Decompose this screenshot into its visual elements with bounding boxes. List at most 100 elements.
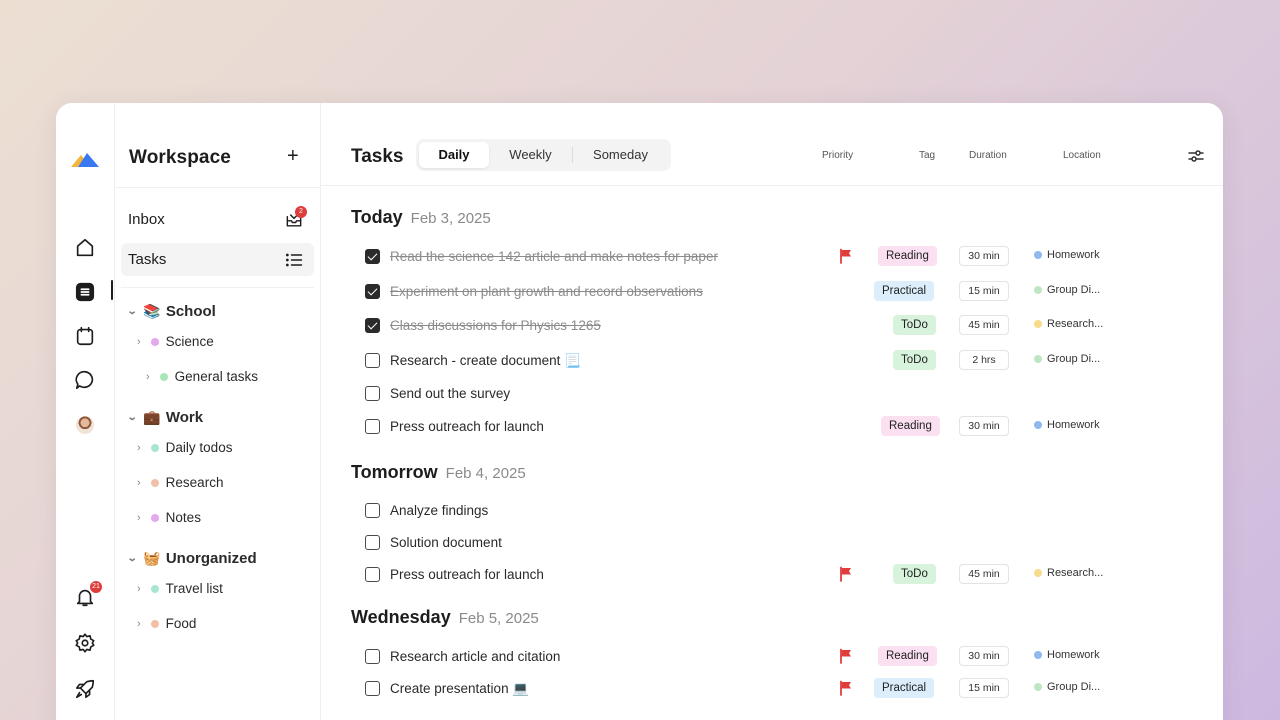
workspace-title: Workspace xyxy=(129,147,231,168)
task-checkbox[interactable] xyxy=(365,386,380,401)
task-duration[interactable]: 15 min xyxy=(959,281,1009,301)
sidebar-item-notes[interactable]: › Notes xyxy=(137,510,201,525)
chat-icon[interactable] xyxy=(73,368,97,392)
task-row[interactable]: Experiment on plant growth and record ob… xyxy=(321,275,1223,307)
tasks-icon[interactable] xyxy=(73,280,97,304)
task-checkbox[interactable] xyxy=(365,353,380,368)
task-header: Tasks Daily Weekly Someday Priority Tag … xyxy=(321,103,1223,186)
tab-someday[interactable]: Someday xyxy=(573,142,668,168)
color-dot xyxy=(150,584,159,593)
task-row[interactable]: Press outreach for launch Reading 30 min Ho… xyxy=(321,410,1223,442)
task-tag[interactable]: Practical xyxy=(874,678,935,698)
task-title[interactable]: Solution document xyxy=(390,535,502,550)
task-checkbox[interactable] xyxy=(365,318,380,333)
task-row[interactable]: Class discussions for Physics 1265 ToDo 45… xyxy=(321,309,1223,341)
task-tag[interactable]: Reading xyxy=(878,646,937,666)
task-tag[interactable]: ToDo xyxy=(893,350,936,370)
task-location[interactable]: Research... xyxy=(1034,318,1103,330)
sidebar-item-research[interactable]: › Research xyxy=(137,475,223,490)
task-tag[interactable]: Reading xyxy=(878,246,937,266)
task-tag[interactable]: Reading xyxy=(881,416,940,436)
task-checkbox[interactable] xyxy=(365,535,380,550)
task-row[interactable]: Press outreach for launch ToDo 45 min Resea… xyxy=(321,558,1223,590)
task-row[interactable]: Analyze findings xyxy=(321,494,1223,526)
section-day: Wednesday xyxy=(351,607,451,627)
task-title[interactable]: Send out the survey xyxy=(390,386,510,401)
task-tag[interactable]: ToDo xyxy=(893,564,936,584)
task-row[interactable]: Research - create document 📃 ToDo 2 hrs Gro… xyxy=(321,344,1223,376)
task-checkbox[interactable] xyxy=(365,567,380,582)
tab-daily[interactable]: Daily xyxy=(419,142,489,168)
filter-icon[interactable] xyxy=(1187,147,1205,165)
home-icon[interactable] xyxy=(73,236,97,260)
add-workspace-button[interactable]: + xyxy=(287,145,299,168)
task-location[interactable]: Research... xyxy=(1034,567,1103,579)
task-location[interactable]: Homework xyxy=(1034,649,1100,661)
group-school[interactable]: ⌄ 📚 School xyxy=(126,303,216,320)
tab-weekly[interactable]: Weekly xyxy=(489,142,572,168)
task-title[interactable]: Read the science 142 article and make no… xyxy=(390,249,718,264)
task-location[interactable]: Group Di... xyxy=(1034,681,1100,693)
sidebar-item-food[interactable]: › Food xyxy=(137,616,196,631)
location-dot xyxy=(1034,355,1042,363)
flag-icon[interactable] xyxy=(838,248,854,264)
flag-icon[interactable] xyxy=(838,648,854,664)
column-header-duration[interactable]: Duration xyxy=(969,150,1007,161)
task-location[interactable]: Homework xyxy=(1034,419,1100,431)
calendar-icon[interactable] xyxy=(73,324,97,348)
column-header-tag[interactable]: Tag xyxy=(919,150,935,161)
task-checkbox[interactable] xyxy=(365,681,380,696)
task-checkbox[interactable] xyxy=(365,503,380,518)
sidebar-item-tasks[interactable]: Tasks xyxy=(121,243,314,276)
task-checkbox[interactable] xyxy=(365,419,380,434)
task-checkbox[interactable] xyxy=(365,284,380,299)
task-location[interactable]: Homework xyxy=(1034,249,1100,261)
section-date: Feb 4, 2025 xyxy=(445,465,526,482)
flag-icon[interactable] xyxy=(838,566,854,582)
sidebar-item-daily-todos[interactable]: › Daily todos xyxy=(137,440,232,455)
task-location[interactable]: Group Di... xyxy=(1034,284,1100,296)
group-work[interactable]: ⌄ 💼 Work xyxy=(127,409,203,426)
task-duration[interactable]: 2 hrs xyxy=(959,350,1009,370)
task-tag[interactable]: Practical xyxy=(874,281,935,301)
task-duration[interactable]: 45 min xyxy=(959,315,1009,335)
task-row[interactable]: Read the science 142 article and make no… xyxy=(321,240,1223,272)
sidebar-item-science[interactable]: › Science xyxy=(137,334,214,349)
column-header-location[interactable]: Location xyxy=(1063,150,1101,161)
settings-icon[interactable] xyxy=(73,631,97,655)
rocket-icon[interactable] xyxy=(73,677,97,701)
task-location[interactable]: Group Di... xyxy=(1034,353,1100,365)
task-duration[interactable]: 30 min xyxy=(959,416,1009,436)
task-title[interactable]: Class discussions for Physics 1265 xyxy=(390,318,601,333)
group-unorganized[interactable]: ⌄ 🧺 Unorganized xyxy=(127,550,257,567)
task-title[interactable]: Research article and citation xyxy=(390,649,560,664)
task-title[interactable]: Press outreach for launch xyxy=(390,567,544,582)
task-duration[interactable]: 45 min xyxy=(959,564,1009,584)
chevron-right-icon: › xyxy=(137,441,141,454)
task-title[interactable]: Press outreach for launch xyxy=(390,419,544,434)
flag-icon[interactable] xyxy=(838,680,854,696)
task-title[interactable]: Research - create document 📃 xyxy=(390,353,581,369)
task-tag[interactable]: ToDo xyxy=(893,315,936,335)
task-title[interactable]: Experiment on plant growth and record ob… xyxy=(390,284,703,299)
task-duration[interactable]: 30 min xyxy=(959,246,1009,266)
task-duration[interactable]: 15 min xyxy=(959,678,1009,698)
task-row[interactable]: Send out the survey xyxy=(321,377,1223,409)
sidebar-item-inbox[interactable]: Inbox 2 xyxy=(121,203,314,236)
avatar[interactable] xyxy=(73,413,97,437)
column-header-priority[interactable]: Priority xyxy=(822,150,853,161)
sidebar-item-travel-list[interactable]: › Travel list xyxy=(137,581,223,596)
task-duration[interactable]: 30 min xyxy=(959,646,1009,666)
sidebar-item-general-tasks[interactable]: › General tasks xyxy=(146,369,258,384)
task-checkbox[interactable] xyxy=(365,649,380,664)
task-title[interactable]: Create presentation 💻 xyxy=(390,681,529,697)
task-checkbox[interactable] xyxy=(365,249,380,264)
bell-icon[interactable]: 21 xyxy=(73,581,102,609)
chevron-down-icon: ⌄ xyxy=(126,306,138,317)
task-row[interactable]: Create presentation 💻 Practical 15 min Grou… xyxy=(321,672,1223,704)
task-row[interactable]: Research article and citation Reading 30 m… xyxy=(321,640,1223,672)
chevron-right-icon: › xyxy=(137,476,141,489)
task-title[interactable]: Analyze findings xyxy=(390,503,488,518)
task-row[interactable]: Solution document xyxy=(321,526,1223,558)
logo-icon[interactable] xyxy=(69,147,101,171)
